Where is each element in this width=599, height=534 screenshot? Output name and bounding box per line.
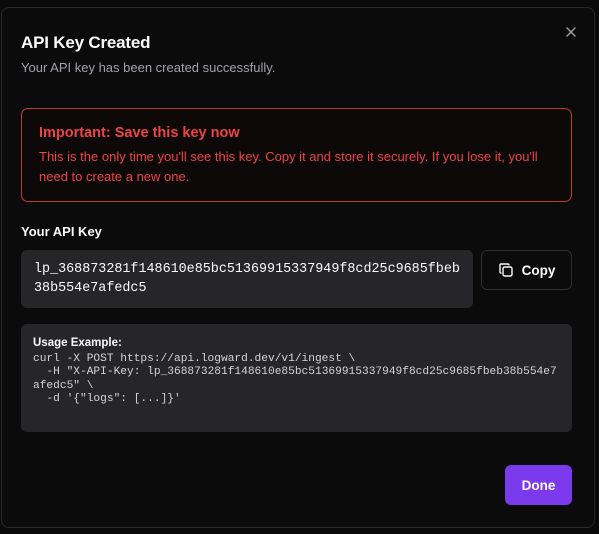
copy-button-label: Copy: [521, 262, 556, 278]
api-key-dialog: API Key Created Your API key has been cr…: [1, 7, 595, 528]
copy-button[interactable]: Copy: [481, 250, 572, 290]
close-icon[interactable]: [564, 25, 578, 39]
done-button[interactable]: Done: [505, 465, 572, 505]
alert-body: This is the only time you'll see this ke…: [39, 149, 538, 184]
api-key-label: Your API Key: [21, 224, 102, 239]
api-key-value[interactable]: lp_368873281f148610e85bc51369915337949f8…: [21, 250, 473, 308]
dialog-title: API Key Created: [21, 33, 151, 52]
dialog-subtitle: Your API key has been created successful…: [21, 60, 276, 75]
warning-alert: Important: Save this key now This is the…: [21, 108, 572, 202]
copy-icon: [498, 262, 514, 278]
usage-example: Usage Example: curl -X POST https://api.…: [21, 324, 572, 432]
usage-title: Usage Example:: [33, 337, 122, 349]
alert-title: Important: Save this key now: [39, 125, 240, 141]
usage-code: curl -X POST https://api.logward.dev/v1/…: [33, 353, 557, 406]
